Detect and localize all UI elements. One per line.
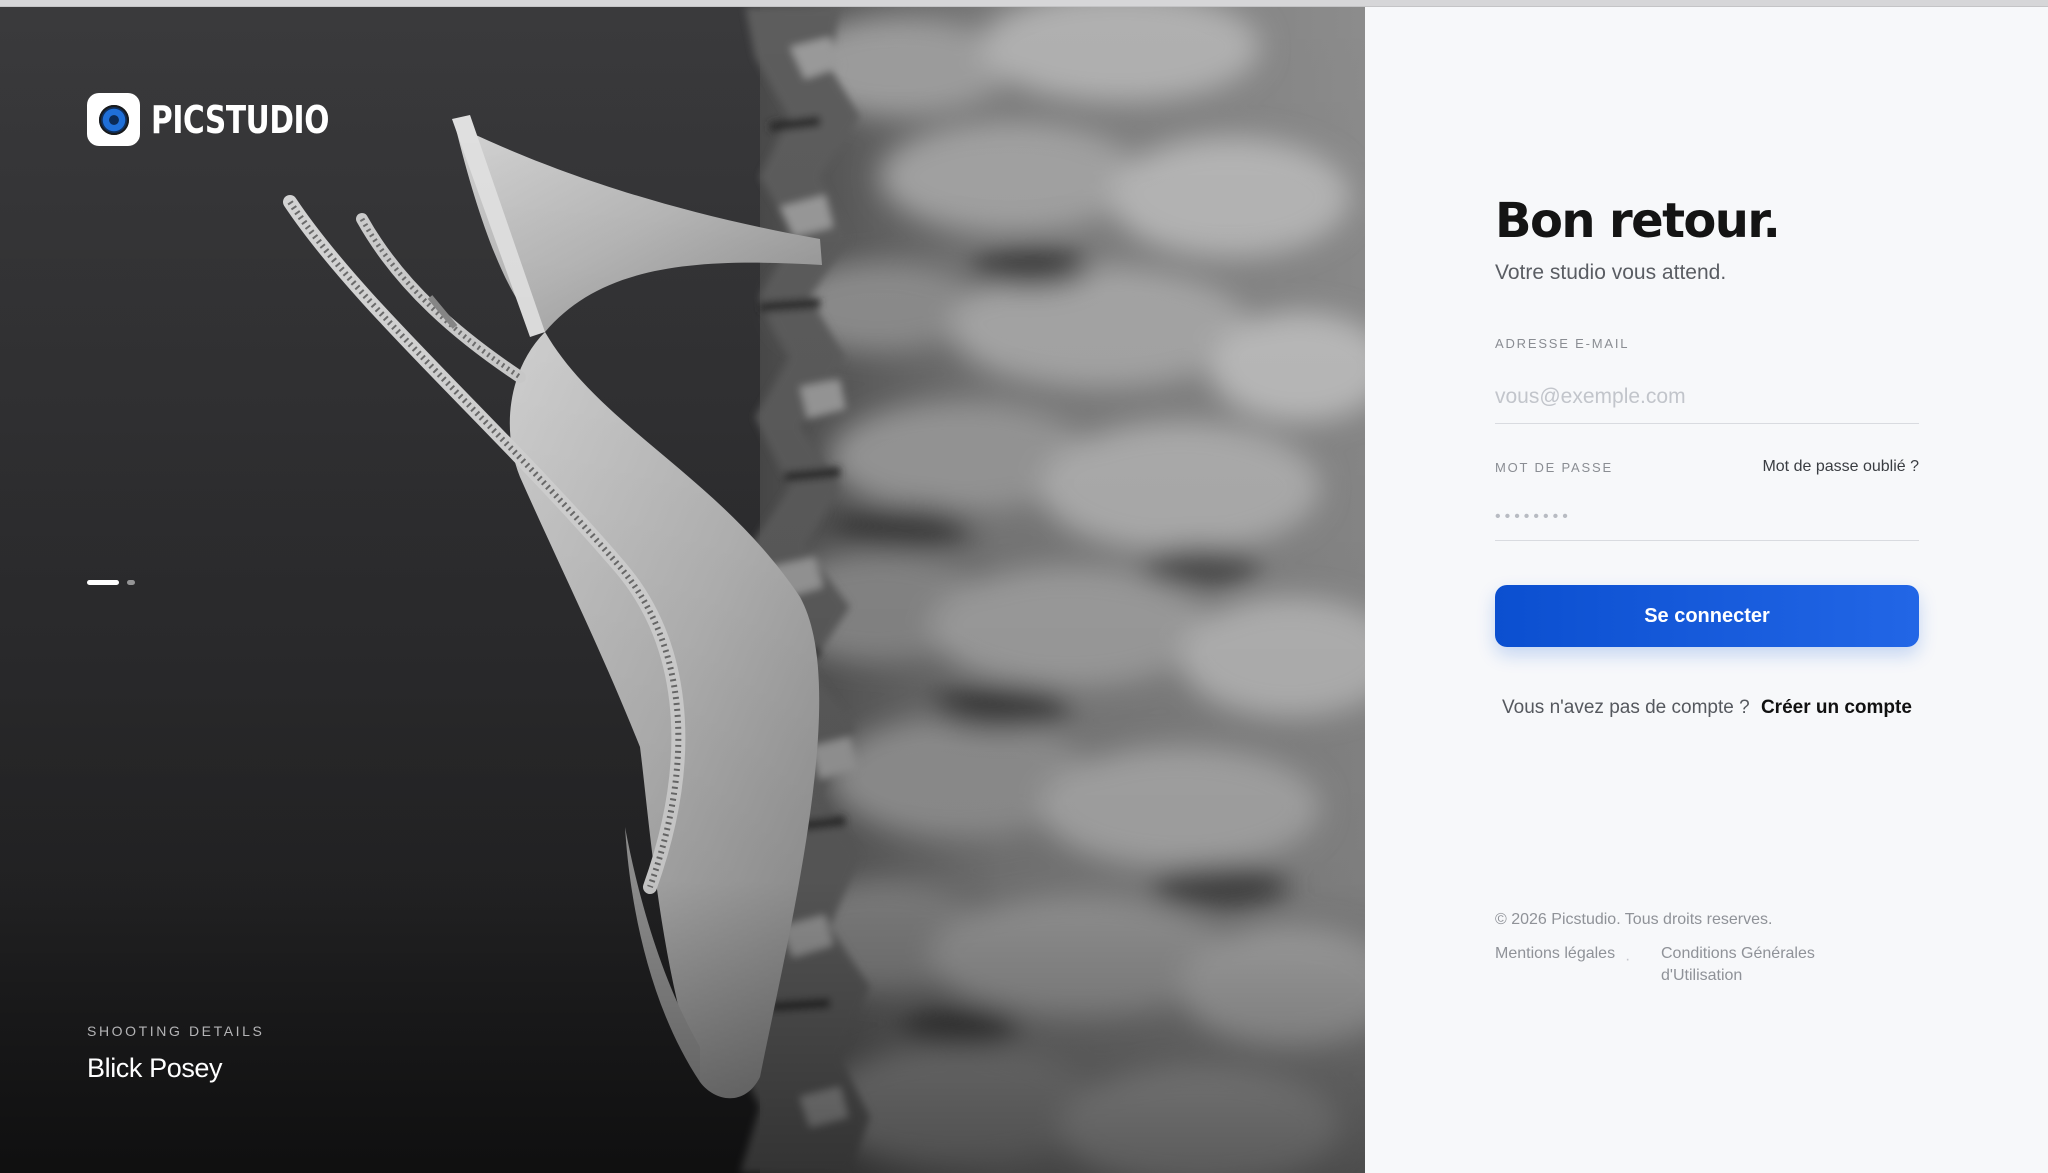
footer: © 2026 Picstudio. Tous droits reserves. … <box>1495 911 1919 987</box>
login-panel: Bon retour. Votre studio vous attend. AD… <box>1365 7 2048 1173</box>
brand-name: PICSTUDIO <box>151 97 330 142</box>
slide-dot[interactable] <box>127 580 135 585</box>
signup-prompt: Vous n'avez pas de compte ? Créer un com… <box>1495 693 1919 723</box>
forgot-password-link[interactable]: Mot de passe oublié ? <box>1762 458 1919 476</box>
legal-notice-link[interactable]: Mentions légales <box>1495 943 1625 965</box>
browser-top-edge <box>0 0 2048 7</box>
no-account-text: Vous n'avez pas de compte ? <box>1502 697 1750 718</box>
credit-name: Blick Posey <box>87 1053 223 1083</box>
password-group: MOT DE PASSE Mot de passe oublié ? <box>1495 458 1919 541</box>
copyright-text: © 2026 Picstudio. Tous droits reserves. <box>1495 911 1773 928</box>
password-label: MOT DE PASSE <box>1495 459 1613 475</box>
page-title: Bon retour. <box>1495 193 1781 249</box>
password-input[interactable] <box>1495 508 1919 541</box>
hero-panel: PICSTUDIO SHOOTING DETAILS Blick Posey <box>0 7 1365 1173</box>
brand-logo[interactable]: PICSTUDIO <box>87 93 379 146</box>
shooting-credit: SHOOTING DETAILS Blick Posey <box>87 1023 264 1084</box>
slide-indicator <box>87 580 135 585</box>
email-group: ADRESSE E-MAIL <box>1495 335 1919 424</box>
credit-label: SHOOTING DETAILS <box>87 1023 265 1039</box>
terms-link[interactable]: Conditions Générales d'Utilisation <box>1661 943 1861 987</box>
login-form: Bon retour. Votre studio vous attend. AD… <box>1495 193 1919 723</box>
login-button[interactable]: Se connecter <box>1495 585 1919 647</box>
footer-separator: · <box>1625 951 1631 968</box>
slide-dot-active[interactable] <box>87 580 119 585</box>
email-input[interactable] <box>1495 385 1919 424</box>
camera-lens-icon <box>87 93 140 146</box>
page-subtitle: Votre studio vous attend. <box>1495 261 1727 284</box>
hero-photo <box>0 7 1365 1173</box>
create-account-link[interactable]: Créer un compte <box>1761 697 1912 718</box>
footer-links: Mentions légales · Conditions Générales … <box>1495 943 1919 987</box>
email-label: ADRESSE E-MAIL <box>1495 336 1630 351</box>
